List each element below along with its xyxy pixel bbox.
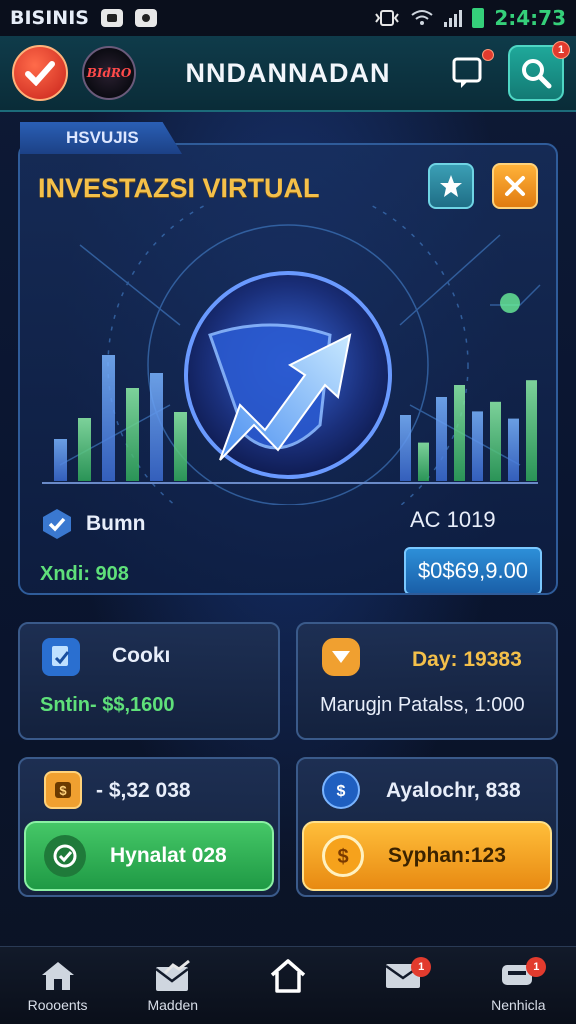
- bar-mark: [126, 388, 139, 481]
- node-glow: [500, 293, 520, 313]
- growth-visual: [42, 205, 541, 505]
- nav-item-madden[interactable]: Madden: [123, 947, 223, 1024]
- dollar-coin-icon: $: [337, 846, 348, 868]
- bar-mark: [490, 401, 501, 481]
- hero-right-label: AC 1019: [410, 507, 496, 532]
- bar-mark: [526, 380, 537, 481]
- btn-icon-box: $: [322, 835, 364, 877]
- hero-left-label: Bumn: [86, 512, 146, 535]
- bar-mark: [174, 412, 187, 481]
- house-outline-icon: [270, 958, 306, 993]
- card-icon-box: [42, 638, 80, 676]
- avatar[interactable]: BIdRO: [82, 46, 136, 100]
- bar-mark: [150, 373, 163, 481]
- btn-icon-box: [44, 835, 86, 877]
- button-label: Syphan:123: [388, 844, 506, 867]
- stat-card-cook[interactable]: Cookı Sntin- $$,1600: [18, 622, 280, 740]
- category-tab[interactable]: HSVUJIS: [20, 122, 182, 154]
- nav-item-home[interactable]: Roooents: [8, 947, 108, 1024]
- chat-bubble-icon: [452, 57, 482, 88]
- chart-mail-icon: [155, 959, 190, 991]
- battery-icon: [472, 8, 485, 28]
- close-icon: [505, 176, 525, 196]
- bar-mark: [436, 397, 447, 481]
- carrier-label: BISINIS: [10, 7, 89, 29]
- bar-mark: [102, 355, 115, 481]
- hero-title: INVESTAZSI VIRTUAL: [38, 173, 320, 203]
- spend-button[interactable]: $ Syphan:123: [302, 821, 552, 891]
- check-badge-icon: [43, 509, 71, 539]
- card-value: Sntin- $$,1600: [40, 694, 175, 716]
- clock: 2:4:73: [494, 6, 566, 30]
- dollar-pin-icon: $: [337, 783, 346, 800]
- svg-text:$: $: [337, 783, 346, 800]
- calendar-icon: [332, 651, 350, 663]
- bar-mark: [78, 418, 91, 481]
- vibrate-icon: [375, 10, 400, 26]
- home-icon: [41, 961, 74, 990]
- document-icon: [52, 646, 70, 666]
- nav-item-center-home[interactable]: [238, 947, 338, 1024]
- right-bars: [400, 380, 537, 481]
- coin-icon: $: [55, 782, 71, 798]
- card-icon-box: [322, 638, 360, 676]
- bottom-nav: Roooents Madden 1 1 Nenhicla: [0, 946, 576, 1024]
- left-bars: [54, 355, 187, 481]
- card-title: Cookı: [112, 644, 171, 667]
- investment-hero-card: INVESTAZSI VIRTUAL Bumn Xndi: 908 AC 101…: [18, 143, 558, 595]
- wifi-icon: [411, 10, 433, 25]
- bar-mark: [54, 439, 67, 481]
- search-button[interactable]: 1: [508, 41, 570, 101]
- nav-item-mail[interactable]: 1: [353, 947, 453, 1024]
- nav-badge: 1: [526, 956, 547, 977]
- status-bar: BISINIS 2:4:73: [0, 0, 576, 36]
- search-icon: [522, 59, 552, 89]
- svg-text:$: $: [59, 783, 67, 798]
- app-notification-icon: [100, 9, 123, 27]
- bar-mark: [400, 415, 411, 481]
- card-title: Ayalochr, 838: [386, 779, 521, 802]
- action-card-right: $ Ayalochr, 838 $ Syphan:123: [296, 757, 558, 897]
- card-icon-box: $: [322, 771, 360, 809]
- nav-label: Madden: [147, 996, 199, 1013]
- avatar-text: BIdRO: [86, 66, 132, 80]
- claim-button[interactable]: Hynalat 028: [24, 821, 274, 891]
- achievement-badge-button[interactable]: [12, 45, 68, 101]
- nav-badge: 1: [411, 956, 432, 977]
- checkmark-icon: [25, 61, 55, 86]
- refresh-check-icon: [53, 844, 77, 868]
- card-title: - $,32 038: [96, 779, 191, 802]
- close-button[interactable]: [492, 163, 538, 209]
- bar-mark: [472, 411, 483, 481]
- nav-label: Nenhicla: [491, 996, 546, 1013]
- button-label: Hynalat 028: [110, 844, 227, 867]
- bar-mark: [508, 418, 519, 481]
- card-title: Day: 19383: [412, 648, 522, 671]
- hero-left-value: Xndi: 908: [40, 563, 129, 585]
- app-bar: BIdRO NNDANNADAN 1: [0, 36, 576, 112]
- notification-badge: 1: [552, 41, 570, 59]
- nav-item-chat[interactable]: 1 Nenhicla: [468, 947, 568, 1024]
- bar-mark: [454, 385, 465, 481]
- card-icon-box: $: [44, 771, 82, 809]
- favorite-button[interactable]: [428, 163, 474, 209]
- notification-dot: [482, 49, 494, 61]
- messages-button[interactable]: [446, 49, 494, 95]
- stat-card-day[interactable]: Day: 19383 Marugjn Patalss, 1:000: [296, 622, 558, 740]
- bar-mark: [418, 442, 429, 481]
- card-value: Marugjn Patalss, 1:000: [320, 694, 525, 716]
- svg-text:$: $: [337, 846, 348, 868]
- star-icon: [440, 175, 462, 197]
- signal-icon: [444, 9, 463, 27]
- balance-button[interactable]: $0$69,9.00: [404, 547, 542, 593]
- nav-label: Roooents: [27, 996, 88, 1013]
- camera-notification-icon: [134, 9, 157, 27]
- action-card-left: $ - $,32 038 Hynalat 028: [18, 757, 280, 897]
